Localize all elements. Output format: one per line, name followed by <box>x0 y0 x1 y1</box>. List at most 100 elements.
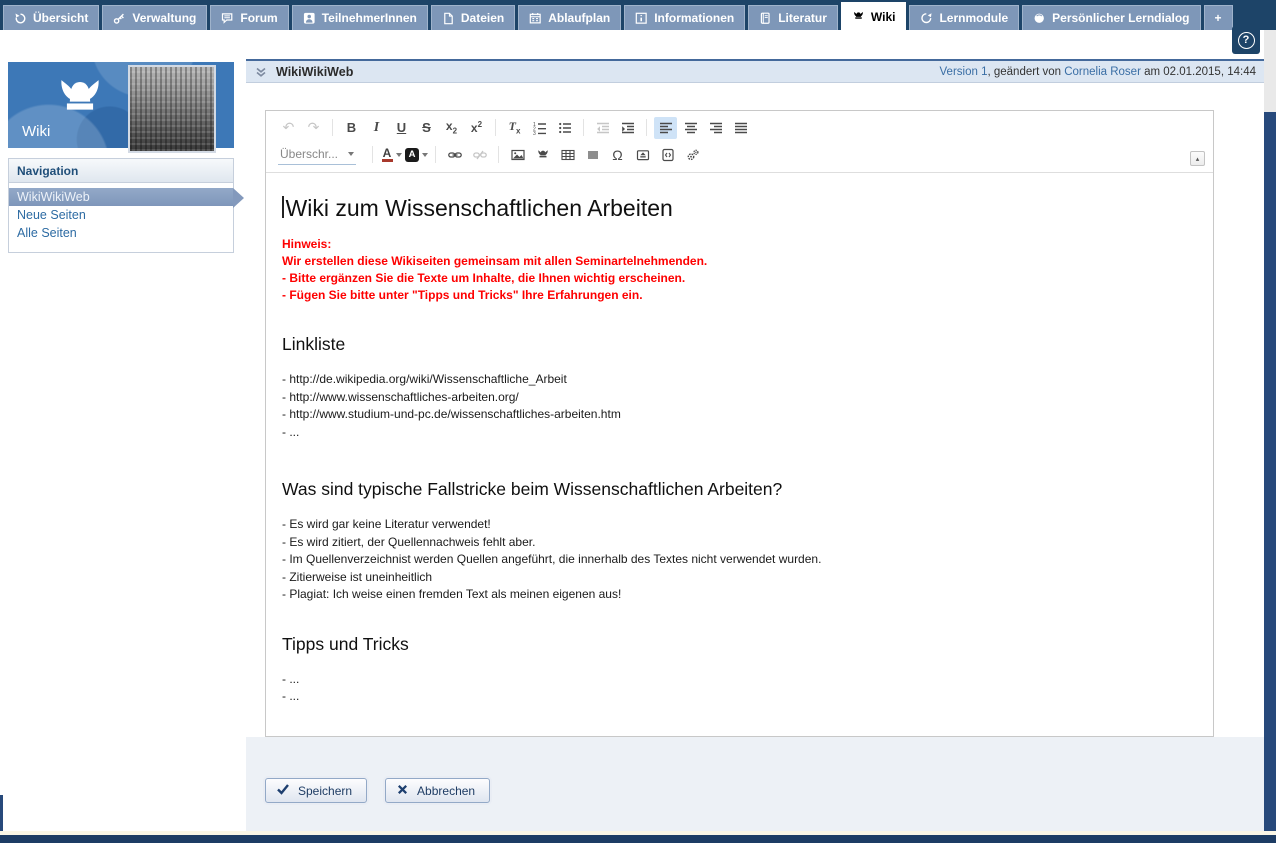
content-line: - http://de.wikipedia.org/wiki/Wissensch… <box>282 371 1195 389</box>
tab-lernmodule[interactable]: Lernmodule <box>909 5 1019 30</box>
notice-block: Hinweis:Wir erstellen diese Wikiseiten g… <box>282 236 1195 304</box>
editor-content[interactable]: Wiki zum Wissenschaftlichen Arbeiten Hinw… <box>266 173 1213 706</box>
help-button[interactable]: ? <box>1232 26 1260 54</box>
wiki-editor-page: Übersicht VerwaltungForum TeilnehmerInnen D… <box>0 0 1276 843</box>
section-heading: Linkliste <box>282 334 1195 355</box>
tab-label: Dateien <box>461 11 504 25</box>
tab-wiki[interactable]: Wiki <box>841 2 907 30</box>
tab-bar: Übersicht VerwaltungForum TeilnehmerInnen D… <box>0 0 1276 30</box>
align-center-button[interactable] <box>679 117 702 139</box>
remove-link-button <box>468 144 491 166</box>
tab-literatur[interactable]: Literatur <box>748 5 838 30</box>
tab-label: Übersicht <box>33 11 88 25</box>
insert-table-button[interactable] <box>556 144 579 166</box>
sidebar-item-neue-seiten[interactable]: Neue Seiten <box>9 206 233 224</box>
tab-informationen[interactable]: Informationen <box>624 5 745 30</box>
content-line: - Es wird gar keine Literatur verwendet! <box>282 516 1195 534</box>
source-code-icon <box>661 148 675 162</box>
insert-template-button[interactable] <box>631 144 654 166</box>
insert-link-button[interactable] <box>443 144 466 166</box>
version-link[interactable]: Version 1 <box>940 66 988 78</box>
notice-line: - Fügen Sie bitte unter "Tipps und Trick… <box>282 287 1195 304</box>
toolbar-separator <box>495 119 496 136</box>
content-heading: Wiki zum Wissenschaftlichen Arbeiten <box>282 195 1195 222</box>
clear-formatting-icon: Tx <box>509 119 521 135</box>
author-link[interactable]: Cornelia Roser <box>1064 66 1141 78</box>
heading-format-dropdown[interactable]: Überschr... <box>278 145 356 165</box>
toolbar-row-1: ↶ ↷ B IUSx2 x2 Tx 123 <box>272 114 1213 141</box>
superscript-icon: x2 <box>471 120 482 135</box>
subscript-button[interactable]: x2 <box>440 117 463 139</box>
background-color-icon: A <box>405 148 419 162</box>
align-right-icon <box>709 121 723 135</box>
toolbar-separator <box>332 119 333 136</box>
strikethrough-button[interactable]: S <box>415 117 438 139</box>
tab-forum[interactable]: Forum <box>210 5 288 30</box>
omega-icon: Ω <box>612 147 622 163</box>
tab-persoenlicher-lerndialog[interactable]: Persönlicher Lerndialog <box>1022 5 1200 30</box>
italic-button[interactable]: I <box>365 117 388 139</box>
source-code-button[interactable] <box>656 144 679 166</box>
history-icon <box>14 12 27 25</box>
bullet-list-icon <box>558 121 572 135</box>
bullet-list-button[interactable] <box>553 117 576 139</box>
italic-icon: I <box>374 120 379 136</box>
undo-icon: ↶ <box>283 119 295 136</box>
underline-button[interactable]: U <box>390 117 413 139</box>
background-color-button[interactable]: A <box>405 144 428 166</box>
indent-icon <box>621 121 635 135</box>
horizontal-rule-button[interactable] <box>581 144 604 166</box>
special-character-button[interactable]: Ω <box>606 144 629 166</box>
changed-text: , geändert von <box>987 66 1064 78</box>
bold-button[interactable]: B <box>340 117 363 139</box>
ordered-list-button[interactable]: 123 <box>528 117 551 139</box>
date-text: am 02.01.2015, 14:44 <box>1141 66 1256 78</box>
tab-add[interactable]: + <box>1204 5 1233 30</box>
tab-label: Lernmodule <box>939 11 1008 25</box>
anchor-button[interactable] <box>681 144 704 166</box>
content-section-2: Was sind typische Fallstricke beim Wisse… <box>282 479 1195 604</box>
insert-image-button[interactable] <box>506 144 529 166</box>
tab-ablaufplan[interactable]: Ablaufplan <box>518 5 621 30</box>
bottom-bar <box>0 835 1276 843</box>
strikethrough-icon: S <box>422 120 431 135</box>
page-titlebar: WikiWikiWeb Version 1, geändert von Corn… <box>246 59 1264 83</box>
tab-label: + <box>1215 11 1222 25</box>
bold-icon: B <box>347 120 356 135</box>
sidebar-item-alle-seiten[interactable]: Alle Seiten <box>9 224 233 242</box>
image-icon <box>511 148 525 162</box>
check-icon <box>276 782 290 799</box>
indent-button[interactable] <box>616 117 639 139</box>
chevron-down-icon <box>396 153 402 157</box>
navigation-box: Navigation WikiWikiWebNeue SeitenAlle Se… <box>8 158 234 253</box>
cancel-button[interactable]: Abbrechen <box>385 778 490 803</box>
notice-line: Hinweis: <box>282 236 1195 253</box>
cancel-label: Abbrechen <box>417 784 475 798</box>
toolbar-separator <box>583 119 584 136</box>
tab-uebersicht[interactable]: Übersicht <box>3 5 99 30</box>
content-line: - ... <box>282 424 1195 442</box>
footer-buttons: Speichern Abbrechen <box>265 778 490 803</box>
align-left-button[interactable] <box>654 117 677 139</box>
save-button[interactable]: Speichern <box>265 778 367 803</box>
toolbar-collapse-button[interactable]: ▴ <box>1190 151 1205 166</box>
superscript-button[interactable]: x2 <box>465 117 488 139</box>
module-title: Wiki <box>22 123 50 140</box>
sidebar-item-wikiwikiweb[interactable]: WikiWikiWeb <box>9 188 233 206</box>
tab-dateien[interactable]: Dateien <box>431 5 515 30</box>
wiki-link-button[interactable] <box>531 144 554 166</box>
tab-label: TeilnehmerInnen <box>322 11 417 25</box>
toolbar-separator <box>435 146 436 163</box>
align-right-button[interactable] <box>704 117 727 139</box>
calendar-icon <box>529 12 542 25</box>
content-line: - Zitierweise ist uneinheitlich <box>282 569 1195 587</box>
align-justify-button[interactable] <box>729 117 752 139</box>
redo-button: ↷ <box>302 117 325 139</box>
tab-verwaltung[interactable]: Verwaltung <box>102 5 207 30</box>
clear-formatting-button[interactable]: Tx <box>503 117 526 139</box>
module-photo <box>128 65 216 153</box>
collapse-chevrons-icon[interactable] <box>254 65 268 79</box>
text-color-button[interactable]: A <box>380 144 403 166</box>
question-mark-icon: ? <box>1238 32 1255 49</box>
tab-teilnehmerinnen[interactable]: TeilnehmerInnen <box>292 5 428 30</box>
